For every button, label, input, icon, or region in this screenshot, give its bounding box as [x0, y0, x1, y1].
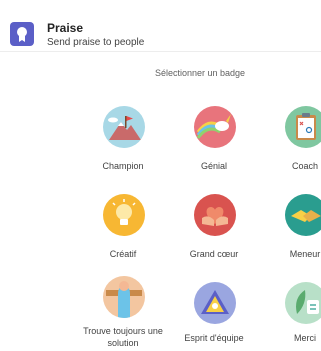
badge-picker-label: Sélectionner un badge	[154, 68, 246, 78]
badge-meneur[interactable]: Meneur	[255, 194, 321, 264]
badge-genial[interactable]: Génial	[164, 106, 264, 176]
badge-champion[interactable]: Champion	[73, 106, 173, 176]
app-header: Praise Send praise to people	[0, 0, 321, 52]
ribbon-badge-icon	[10, 22, 34, 46]
badge-trouve-solution[interactable]: Trouve toujours une solution	[73, 276, 173, 351]
lightbulb-icon	[103, 194, 145, 236]
badge-coach[interactable]: Coach	[255, 106, 321, 176]
unicorn-rainbow-icon	[194, 106, 236, 148]
mountain-flag-icon	[103, 106, 145, 148]
app-subtitle: Send praise to people	[47, 37, 145, 48]
team-triangle-icon	[194, 282, 236, 324]
clipboard-icon	[285, 106, 321, 148]
app-title: Praise	[47, 21, 84, 35]
heart-hands-icon	[194, 194, 236, 236]
leaf-thanks-icon	[285, 282, 321, 324]
badge-label: Esprit d'équipe	[184, 333, 244, 343]
hand-raised-icon	[103, 276, 145, 318]
badge-label: Grand cœur	[189, 249, 239, 259]
badge-esprit-equipe[interactable]: Esprit d'équipe	[164, 282, 264, 351]
badge-label: Trouve toujours une solution	[83, 326, 163, 348]
badge-label: Champion	[102, 161, 144, 171]
badge-label: Coach	[291, 161, 318, 171]
badge-label: Merci	[294, 333, 316, 343]
badge-label: Meneur	[289, 249, 321, 259]
badge-label: Créatif	[109, 249, 137, 259]
badge-grand-coeur[interactable]: Grand cœur	[164, 194, 264, 264]
badge-label: Génial	[200, 161, 227, 171]
badge-merci[interactable]: Merci	[255, 282, 321, 351]
badge-creatif[interactable]: Créatif	[73, 194, 173, 264]
handshake-icon	[285, 194, 321, 236]
